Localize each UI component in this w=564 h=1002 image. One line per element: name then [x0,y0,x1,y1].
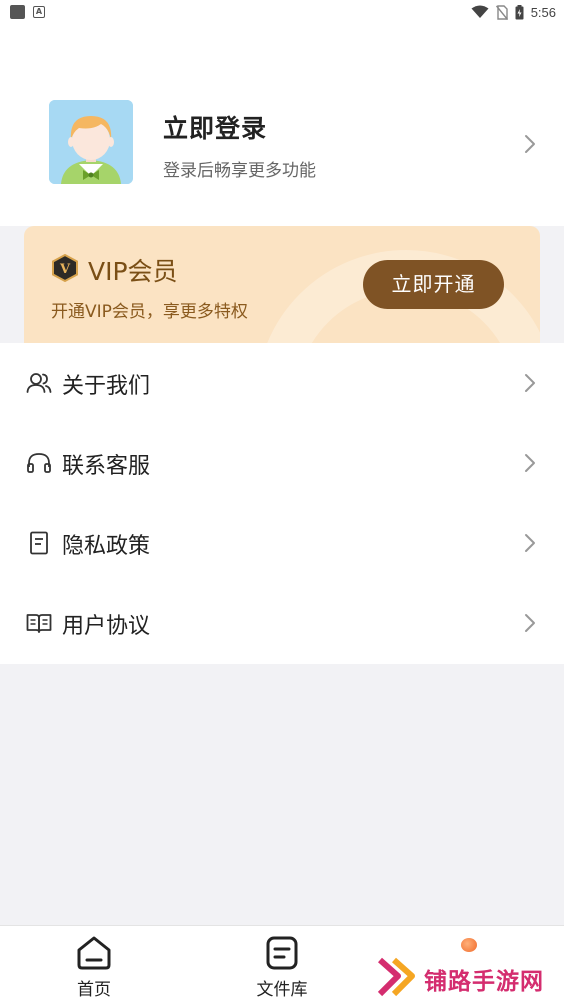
login-title[interactable]: 立即登录 [163,109,267,145]
vip-open-button[interactable]: 立即开通 [363,260,504,309]
vip-title: VIP会员 [88,257,178,286]
menu-item-user-agreement[interactable]: 用户协议 [0,583,564,663]
menu-item-privacy-policy[interactable]: 隐私政策 [0,503,564,583]
menu-item-about-us[interactable]: 关于我们 [0,343,564,423]
home-icon [77,936,111,970]
status-time: 5:56 [530,4,556,20]
chevron-right-icon[interactable] [524,134,536,154]
vip-card[interactable]: V VIP会员 开通VIP会员，享更多特权 立即开通 [24,226,540,343]
chevron-right-icon [525,374,535,392]
battery-charging-icon [515,4,524,19]
status-bar: A 5:56 [0,0,564,24]
login-subtitle: 登录后畅享更多功能 [163,161,316,181]
no-sim-icon [495,4,508,20]
users-icon [26,373,52,393]
vip-subtitle: 开通VIP会员，享更多特权 [51,302,248,322]
watermark-text: 铺路手游网 [424,969,544,995]
tab-label: 首页 [77,980,111,1000]
profile-header[interactable]: 立即登录 登录后畅享更多功能 [0,24,564,226]
menu-item-label: 关于我们 [62,374,151,399]
default-avatar-icon[interactable] [49,100,133,184]
menu-item-label: 联系客服 [62,454,151,479]
file-library-icon [266,936,298,970]
headset-icon [27,453,51,473]
tab-label: 文件库 [256,980,308,1000]
vip-badge-letter: V [59,262,71,277]
document-icon [30,531,48,555]
tab-home[interactable]: 首页 [0,926,188,1002]
gallery-icon [10,5,25,19]
book-icon [26,614,52,633]
menu-item-label: 用户协议 [62,614,151,639]
settings-menu: 关于我们 联系客服 隐私政策 用户协议 [0,343,564,664]
chevron-right-icon [525,534,535,552]
accessibility-icon: A [33,6,45,18]
status-indicators: 5:56 [471,3,556,21]
chevron-right-icon [525,614,535,632]
vip-badge-icon: V [52,254,78,282]
vip-section: V VIP会员 开通VIP会员，享更多特权 立即开通 [0,226,564,343]
menu-item-contact-support[interactable]: 联系客服 [0,423,564,503]
watermark: 铺路手游网 [376,950,564,1002]
chevron-right-icon [525,454,535,472]
tab-file-library[interactable]: 文件库 [188,926,376,1002]
double-chevron-logo-icon [377,957,415,997]
wifi-icon [471,5,489,18]
menu-item-label: 隐私政策 [62,534,151,559]
